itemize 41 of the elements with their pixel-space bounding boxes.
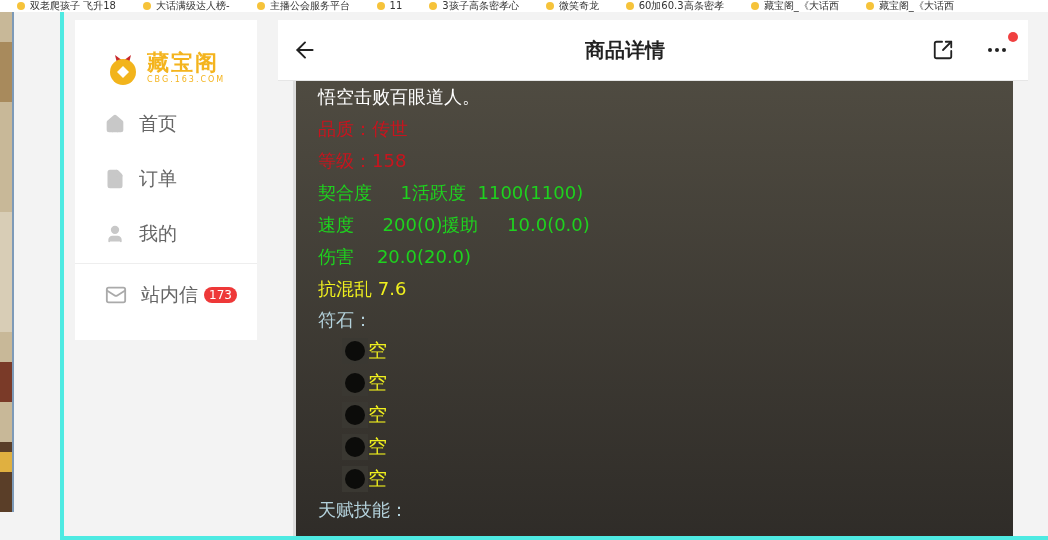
person-icon [105, 223, 125, 244]
messages-item[interactable]: 站内信 173 [75, 263, 257, 326]
more-icon [988, 48, 1006, 52]
share-button[interactable] [932, 39, 954, 61]
rune-slot-icon [342, 402, 368, 428]
unread-badge: 173 [204, 287, 237, 303]
runes-label: 符石： [318, 308, 373, 332]
bookmark[interactable]: 3孩子高条密孝心 [428, 0, 519, 12]
logo-domain: CBG.163.COM [147, 74, 226, 84]
rune-slot-icon [342, 434, 368, 460]
rune-status: 空 [368, 338, 387, 363]
rune-slot-icon [342, 466, 368, 492]
rune-status: 空 [368, 370, 387, 395]
detail-line: 悟空击败百眼道人。 [318, 85, 481, 109]
nav-item[interactable]: 首页 [75, 96, 257, 151]
detail-line: 速度 200(0)援助 10.0(0.0) [318, 213, 591, 237]
bookmark[interactable]: 藏宝阁_《大话西 [864, 0, 954, 12]
detail-line: 契合度 1活跃度 1100(1100) [318, 181, 585, 205]
rune-status: 空 [368, 402, 387, 427]
rune-status: 空 [368, 466, 387, 491]
bookmark[interactable]: 藏宝阁_《大话西 [749, 0, 839, 12]
bookmark[interactable]: 微笑奇龙 [544, 0, 599, 12]
detail-line: 抗混乱 7.6 [318, 277, 408, 301]
rune-status: 空 [368, 434, 387, 459]
home-icon [105, 113, 125, 134]
page-title: 商品详情 [585, 36, 665, 64]
detail-line: 品质：传世 [318, 117, 409, 141]
share-icon [932, 39, 954, 61]
detail-line: 等级：158 [318, 149, 408, 173]
bookmark[interactable]: 大话满级达人榜- [141, 0, 230, 12]
detail-line: 伤害 20.0(20.0) [318, 245, 473, 269]
talent-label: 天赋技能： [318, 498, 409, 522]
bookmark[interactable]: 主播公会服务平台 [255, 0, 350, 12]
bookmark[interactable]: 11 [375, 0, 403, 12]
nav-item[interactable]: 我的 [75, 206, 257, 261]
mail-icon [105, 284, 127, 306]
bookmark[interactable]: 双老爬孩子 飞升18 [16, 0, 116, 12]
nav-item[interactable]: 订单 [75, 151, 257, 206]
bookmark[interactable]: 60加60.3高条密孝 [624, 0, 724, 12]
logo-name: 藏宝阁 [147, 50, 220, 75]
document-icon [105, 168, 125, 189]
